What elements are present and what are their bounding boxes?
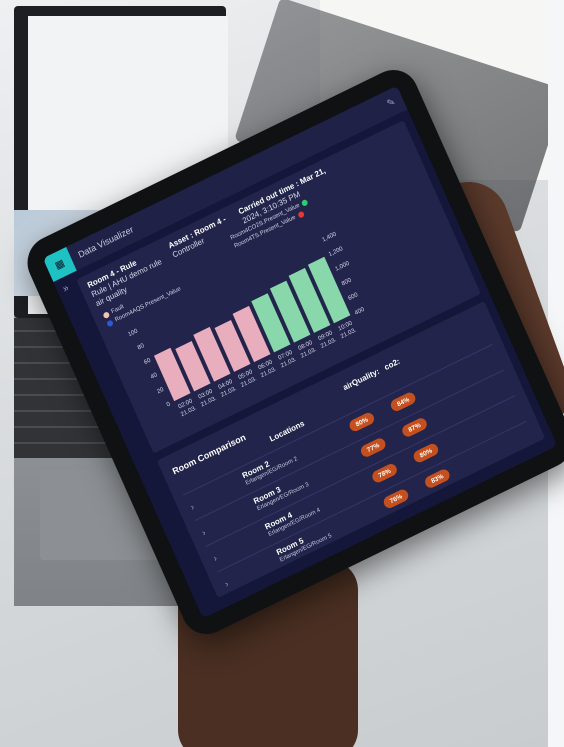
air-quality-badge: 76% xyxy=(381,487,411,510)
legend-dot xyxy=(106,319,114,328)
chart-icon[interactable]: ▦ xyxy=(42,246,77,283)
photo-scene: ▦ Data Visualizer ✎ » Room 4 - Rule Rule… xyxy=(0,0,564,747)
air-quality-badge: 80% xyxy=(347,410,376,434)
double-chevron-icon[interactable]: » xyxy=(61,282,70,294)
left-axis-tick: 40 xyxy=(150,372,159,381)
chevron-right-icon[interactable]: › xyxy=(189,502,196,512)
co2-badge: 80% xyxy=(411,441,441,465)
chevron-right-icon[interactable]: › xyxy=(200,527,207,537)
co2-badge: 84% xyxy=(389,390,418,414)
legend-dot xyxy=(296,210,305,219)
co2-badge: 87% xyxy=(400,416,429,439)
air-quality-badge: 77% xyxy=(359,436,388,459)
right-axis-tick: 1,000 xyxy=(334,260,351,272)
legend-dot xyxy=(102,311,111,320)
left-axis-tick: 80 xyxy=(137,343,146,352)
col-air-quality: airQuality: xyxy=(341,366,381,393)
left-axis-tick: 20 xyxy=(156,387,165,396)
chevron-right-icon[interactable]: › xyxy=(212,553,219,563)
right-axis-tick: 800 xyxy=(341,277,353,287)
co2-badge: 83% xyxy=(423,467,452,490)
right-axis-tick: 600 xyxy=(348,292,360,302)
right-axis-tick: 400 xyxy=(354,307,366,317)
chevron-right-icon[interactable]: › xyxy=(223,578,230,588)
left-axis-tick: 0 xyxy=(166,401,172,408)
pencil-icon[interactable]: ✎ xyxy=(385,96,397,110)
left-axis-tick: 100 xyxy=(127,328,139,338)
legend-dot xyxy=(301,198,309,207)
right-axis-tick: 1,400 xyxy=(321,231,338,243)
right-axis-tick: 1,200 xyxy=(328,246,345,258)
left-axis-tick: 60 xyxy=(143,357,152,366)
col-co2: co2: xyxy=(382,356,402,373)
air-quality-badge: 78% xyxy=(370,462,399,485)
